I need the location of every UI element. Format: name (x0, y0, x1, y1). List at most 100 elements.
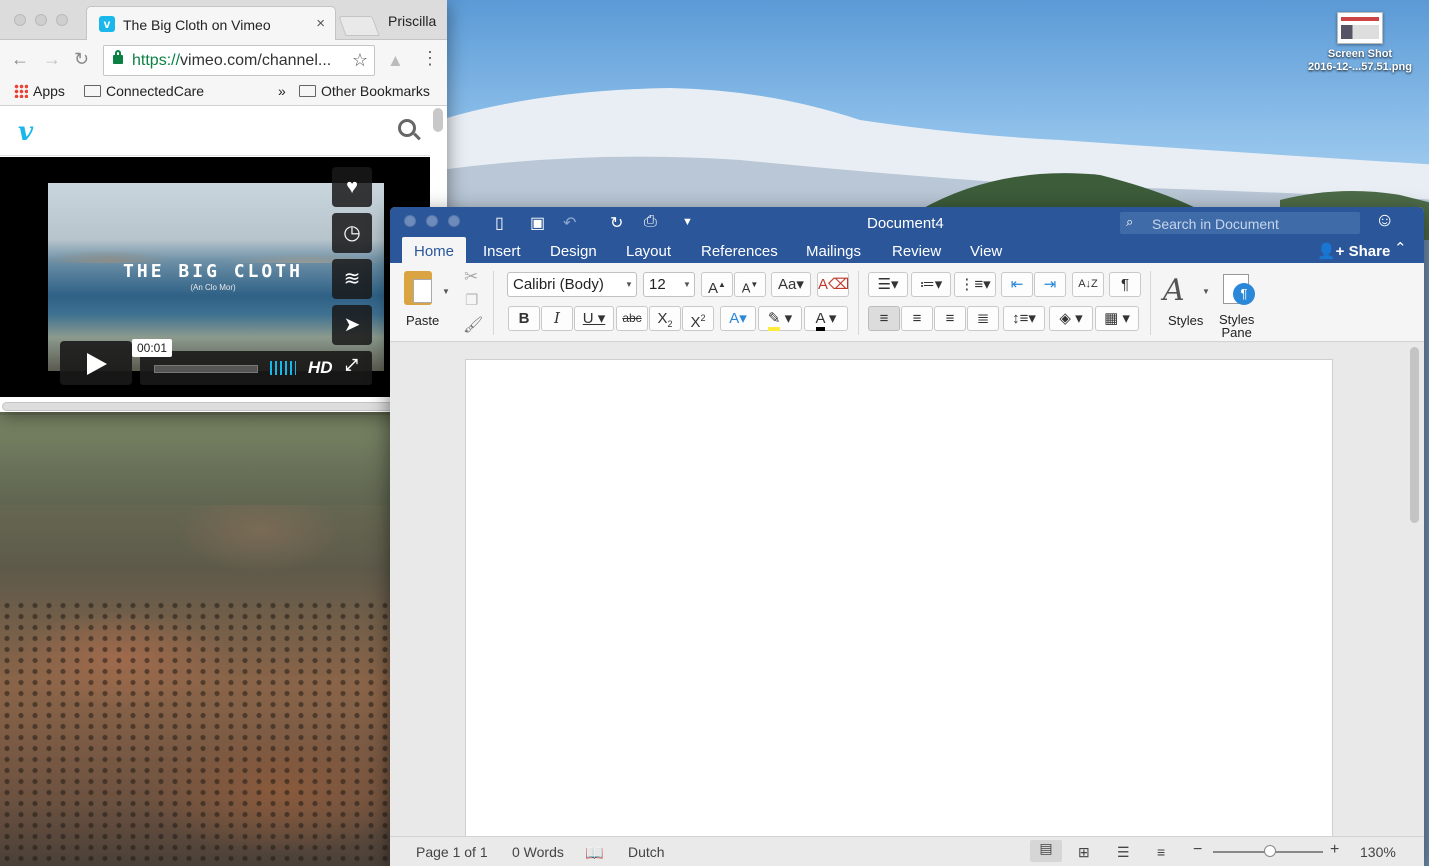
copy-icon[interactable]: ❐ (465, 291, 478, 309)
save-icon[interactable]: ▣ (530, 213, 545, 233)
paste-options-chevron-down-icon[interactable]: ▼ (442, 287, 450, 296)
new-tab-button[interactable] (338, 16, 380, 36)
italic-button[interactable]: I (541, 306, 573, 331)
highlight-marker-icon[interactable]: ✎ ▾ (758, 306, 802, 331)
font-size-chevron-down-icon[interactable]: ▼ (683, 280, 691, 289)
zoom-slider-thumb[interactable] (1264, 845, 1276, 857)
vertical-scrollbar[interactable] (433, 108, 443, 132)
language[interactable]: Dutch (628, 844, 665, 860)
bold-button[interactable]: B (508, 306, 540, 331)
watch-later-clock-icon[interactable]: ◷ (332, 213, 372, 253)
address-bar[interactable]: https://vimeo.com/channel... ☆ (103, 45, 375, 76)
zoom-in-icon[interactable]: + (1330, 841, 1339, 859)
minimize-window-button[interactable] (35, 14, 47, 26)
tab-insert[interactable]: Insert (483, 243, 521, 260)
search-icon[interactable] (398, 119, 416, 137)
tab-mailings[interactable]: Mailings (806, 243, 861, 260)
shading-bucket-icon[interactable]: ◈ ▾ (1049, 306, 1093, 331)
share-send-icon[interactable]: ➤ (332, 305, 372, 345)
proofing-book-icon[interactable]: 📖 (585, 844, 604, 862)
styles-chevron-down-icon[interactable]: ▼ (1202, 287, 1210, 296)
print-layout-view-icon[interactable]: ▤ (1030, 840, 1062, 862)
styles-gallery-icon[interactable]: A (1163, 273, 1185, 308)
bookmarks-overflow[interactable]: » (278, 83, 286, 99)
numbering-list-icon[interactable]: ≔▾ (911, 272, 951, 297)
play-button[interactable] (60, 341, 132, 385)
bookmark-star-icon[interactable]: ☆ (352, 50, 368, 71)
font-name-chevron-down-icon[interactable]: ▼ (625, 280, 633, 289)
forward-arrow-icon[interactable]: → (43, 49, 61, 70)
tab-references[interactable]: References (701, 243, 778, 260)
subscript-button[interactable]: X2 (649, 306, 681, 331)
feedback-smiley-icon[interactable]: ☺ (1375, 210, 1394, 232)
chrome-menu-icon[interactable]: ⋮ (421, 49, 439, 67)
align-left-icon[interactable]: ≡ (868, 306, 900, 331)
word-count[interactable]: 0 Words (512, 844, 564, 860)
print-icon[interactable]: ⎙ (644, 213, 657, 231)
redo-icon[interactable]: ↻ (610, 213, 623, 233)
share-button[interactable]: 👤+ Share (1317, 242, 1390, 260)
close-window-button[interactable] (14, 14, 26, 26)
bookmark-connectedcare[interactable]: ConnectedCare (84, 83, 204, 99)
progress-track[interactable] (154, 365, 258, 373)
paste-label[interactable]: Paste (406, 313, 439, 328)
fullscreen-icon[interactable]: ⤢ (345, 357, 358, 375)
styles-pane-icon[interactable] (1223, 274, 1255, 305)
customize-toolbar-chevron-down-icon[interactable]: ▼ (682, 216, 693, 228)
multilevel-list-icon[interactable]: ⋮≡▾ (954, 272, 996, 297)
tab-design[interactable]: Design (550, 243, 597, 260)
shrink-font-button[interactable]: A▼ (734, 272, 766, 297)
document-vertical-scrollbar[interactable] (1410, 347, 1419, 523)
extension-drive-icon[interactable]: ▲ (387, 51, 404, 71)
tab-layout[interactable]: Layout (626, 243, 671, 260)
draft-view-icon[interactable]: ≡ (1157, 844, 1165, 860)
underline-button[interactable]: U ▾ (574, 306, 614, 331)
outline-view-icon[interactable]: ☰ (1117, 844, 1130, 861)
clear-formatting-eraser-icon[interactable]: A⌫ (817, 272, 849, 297)
collections-layers-icon[interactable]: ≋ (332, 259, 372, 299)
paste-clipboard-icon[interactable] (404, 271, 432, 305)
web-layout-view-icon[interactable]: ⊞ (1078, 844, 1090, 861)
format-painter-brush-icon[interactable]: 🖌 (463, 315, 483, 335)
minimize-window-button[interactable] (426, 215, 438, 227)
bookmark-apps[interactable]: Apps (14, 83, 65, 99)
align-right-icon[interactable]: ≡ (934, 306, 966, 331)
page-count[interactable]: Page 1 of 1 (416, 844, 488, 860)
document-page[interactable] (465, 359, 1333, 839)
search-in-document-input[interactable]: ⌕ Search in Document (1120, 212, 1360, 234)
desktop-file-screenshot[interactable]: Screen Shot 2016-12-...57.51.png (1298, 12, 1422, 74)
line-spacing-icon[interactable]: ↕≡▾ (1003, 306, 1045, 331)
tab-view[interactable]: View (970, 243, 1002, 260)
change-case-button[interactable]: Aa▾ (771, 272, 811, 297)
horizontal-scrollbar[interactable] (2, 402, 394, 411)
grow-font-button[interactable]: A▲ (701, 272, 733, 297)
font-color-button[interactable]: A ▾ (804, 306, 848, 331)
sidebar-toggle-icon[interactable]: ▯ (495, 213, 504, 233)
show-formatting-pilcrow-icon[interactable]: ¶ (1109, 272, 1141, 297)
align-center-icon[interactable]: ≡ (901, 306, 933, 331)
like-heart-icon[interactable]: ♥ (332, 167, 372, 207)
collapse-ribbon-chevron-up-icon[interactable]: ⌃ (1394, 239, 1407, 257)
borders-icon[interactable]: ▦ ▾ (1095, 306, 1139, 331)
styles-pane-label[interactable]: Styles Pane (1219, 313, 1254, 339)
undo-icon[interactable]: ↶ (563, 213, 576, 233)
increase-indent-icon[interactable]: ⇥ (1034, 272, 1066, 297)
styles-label[interactable]: Styles (1168, 313, 1203, 328)
browser-tab-vimeo[interactable]: v The Big Cloth on Vimeo × (86, 6, 336, 40)
tab-review[interactable]: Review (892, 243, 941, 260)
back-arrow-icon[interactable]: ← (11, 49, 29, 70)
cut-scissors-icon[interactable]: ✂ (464, 267, 478, 287)
hd-toggle[interactable]: HD (308, 358, 333, 378)
strikethrough-button[interactable]: abc (616, 306, 648, 331)
tab-close-icon[interactable]: × (316, 15, 325, 32)
text-effects-button[interactable]: A▾ (720, 306, 756, 331)
font-name-select[interactable]: Calibri (Body) (507, 272, 637, 297)
reload-icon[interactable]: ↻ (74, 49, 89, 70)
vimeo-logo[interactable]: v (18, 117, 33, 147)
zoom-window-button[interactable] (448, 215, 460, 227)
sort-az-icon[interactable]: A↓Z (1072, 272, 1104, 297)
tab-home[interactable]: Home (402, 237, 467, 264)
zoom-window-button[interactable] (56, 14, 68, 26)
close-window-button[interactable] (404, 215, 416, 227)
bullets-list-icon[interactable]: ☰▾ (868, 272, 908, 297)
